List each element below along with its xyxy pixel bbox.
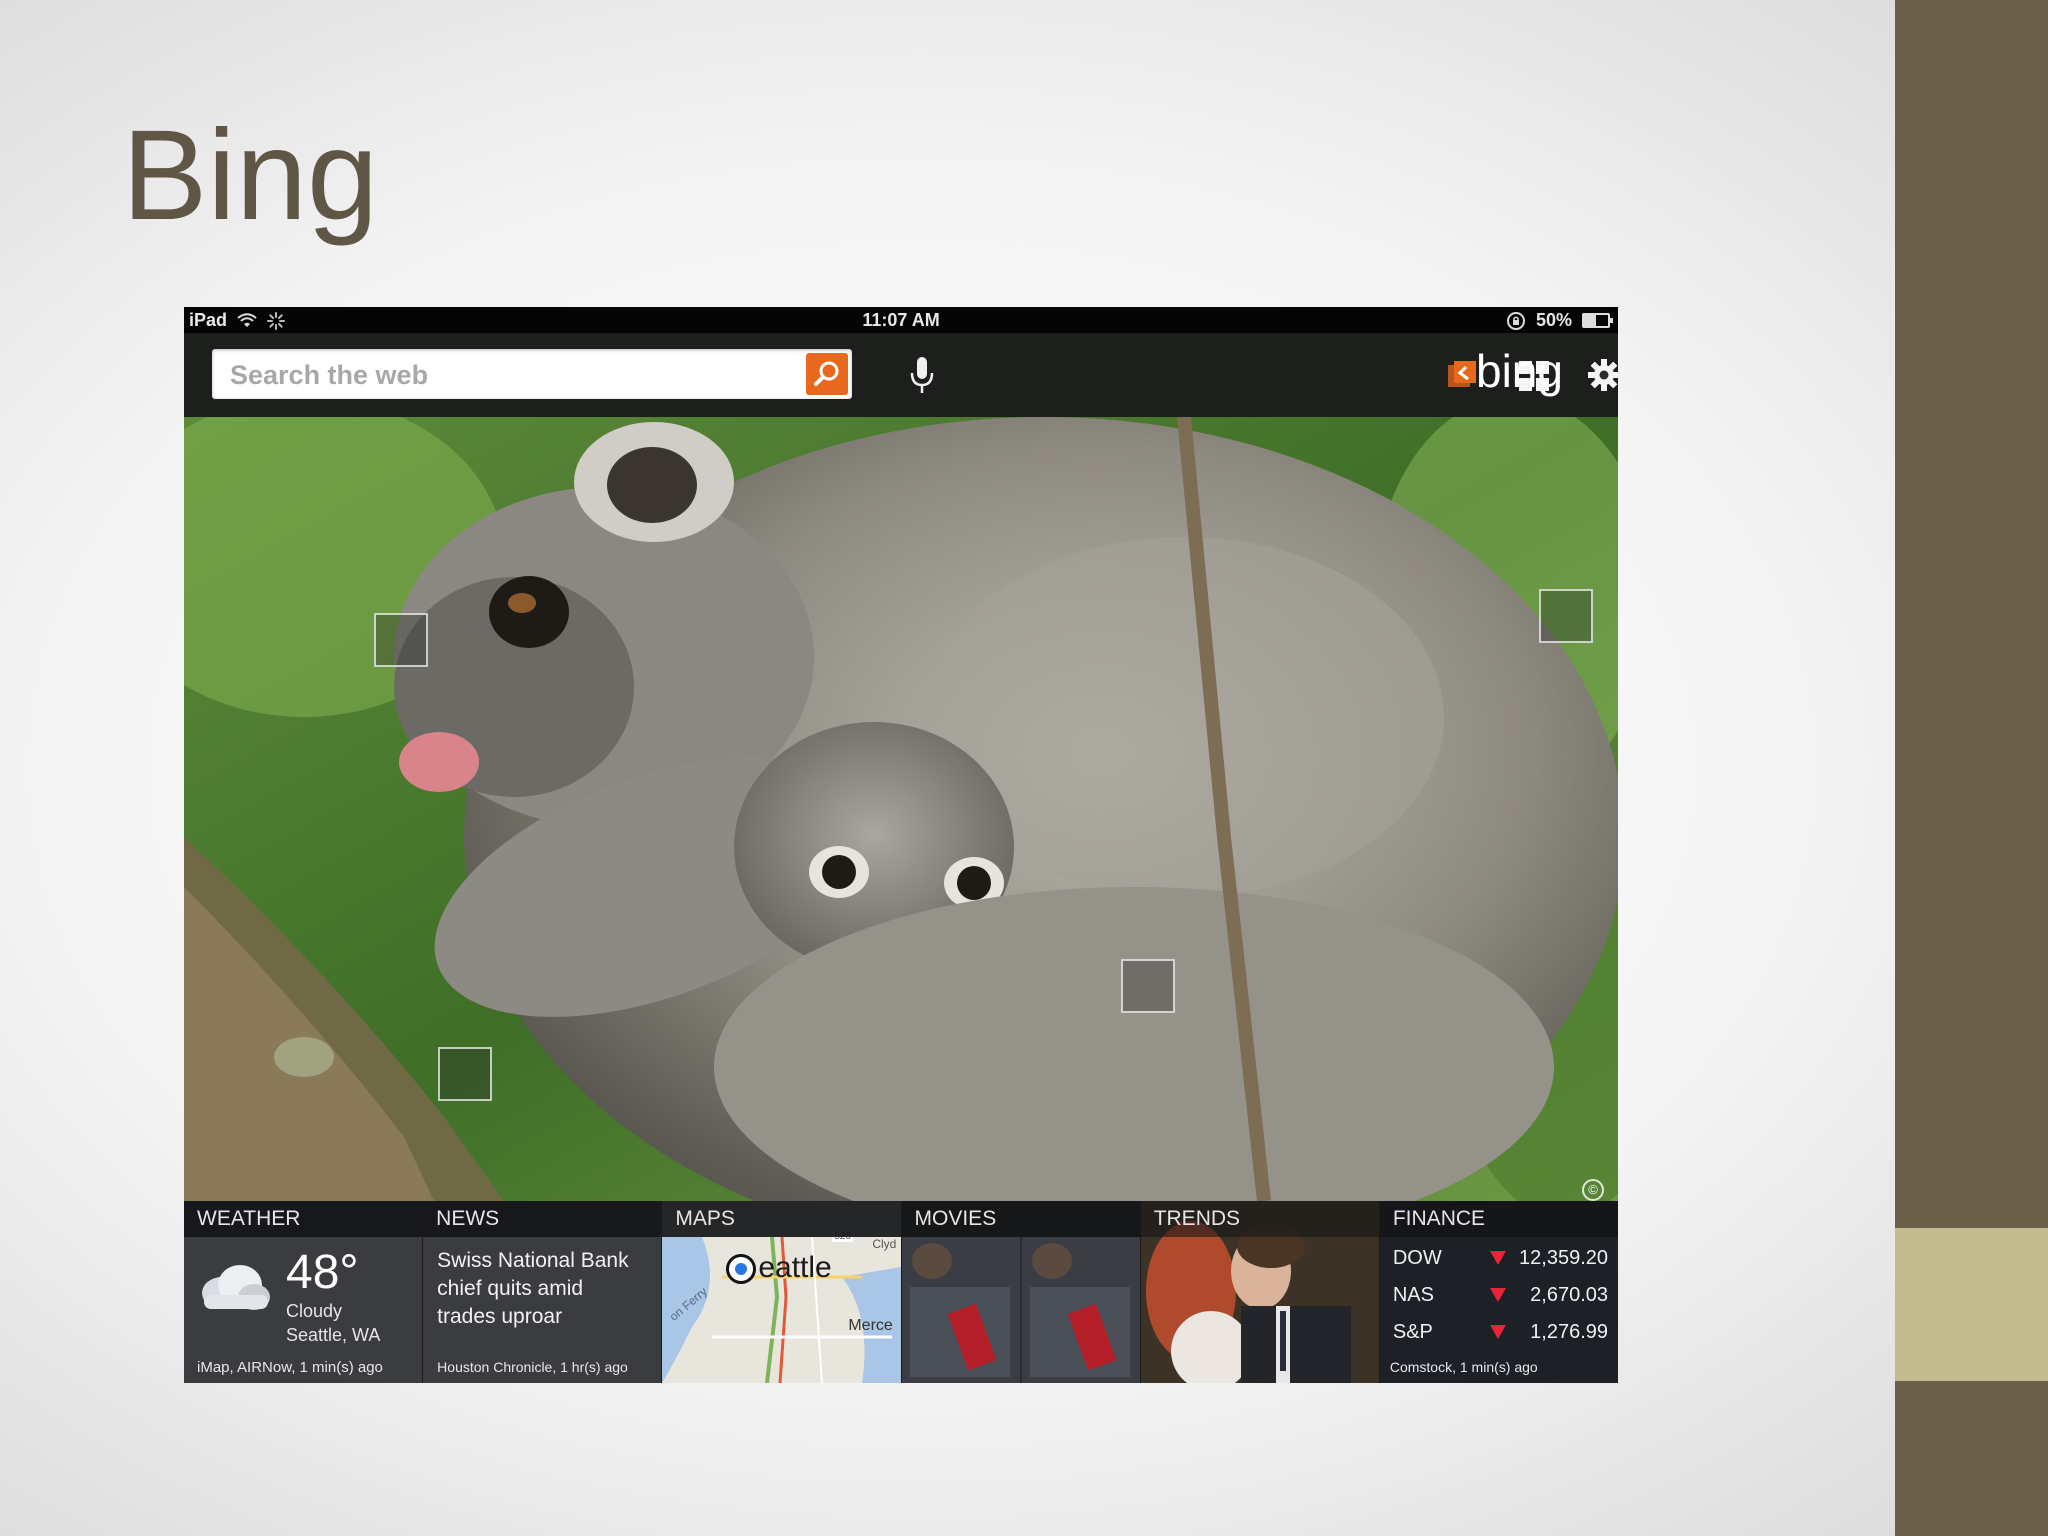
battery-icon bbox=[1582, 313, 1613, 328]
svg-text:bing: bing bbox=[1476, 347, 1563, 397]
finance-row-name: DOW bbox=[1392, 1247, 1442, 1269]
movies-tile[interactable]: MOVIES bbox=[901, 1201, 1141, 1383]
trends-header: TRENDS bbox=[1140, 1201, 1379, 1237]
bing-logo[interactable]: bing bbox=[1474, 347, 1594, 403]
search-button[interactable] bbox=[806, 353, 848, 395]
down-arrow-icon bbox=[1489, 1288, 1506, 1302]
down-arrow-icon bbox=[1489, 1325, 1506, 1339]
bing-toolbar: bing bbox=[184, 333, 1618, 417]
weather-tile[interactable]: WEATHER 48° Cloudy Seattle, WA iMap, AIR… bbox=[184, 1201, 424, 1383]
map-label: Clyd bbox=[872, 1237, 897, 1251]
copyright-icon[interactable]: © bbox=[1582, 1179, 1604, 1201]
hotspot-square[interactable] bbox=[438, 1047, 492, 1101]
weather-temp: 48° bbox=[286, 1246, 359, 1299]
possum-photo bbox=[184, 417, 1618, 1201]
news-tile[interactable]: NEWS Swiss National Bank chief quits ami… bbox=[423, 1201, 663, 1383]
microphone-icon[interactable] bbox=[904, 353, 940, 397]
movie-posters bbox=[901, 1237, 1140, 1383]
tile-bar: WEATHER 48° Cloudy Seattle, WA iMap, AIR… bbox=[184, 1201, 1618, 1383]
news-headline: Swiss National Bank chief quits amid tra… bbox=[437, 1249, 629, 1328]
news-header: NEWS bbox=[423, 1201, 662, 1237]
weather-location: Seattle, WA bbox=[286, 1325, 381, 1345]
side-accent bbox=[1895, 1228, 2048, 1381]
maps-header: MAPS bbox=[662, 1201, 901, 1237]
status-time: 11:07 AM bbox=[862, 310, 940, 330]
finance-row-value: 12,359.20 bbox=[1519, 1247, 1609, 1269]
hotspot-square[interactable] bbox=[374, 613, 428, 667]
hotspot-square[interactable] bbox=[1539, 589, 1593, 643]
search-input[interactable] bbox=[228, 357, 772, 393]
down-arrow-icon bbox=[1489, 1251, 1506, 1265]
finance-row-name: NAS bbox=[1392, 1284, 1434, 1306]
weather-condition: Cloudy bbox=[286, 1301, 343, 1321]
cloud-icon bbox=[202, 1265, 270, 1310]
ipad-screenshot: iPad 11:07 AM 50% Search the web bing © … bbox=[184, 307, 1618, 1383]
rotation-lock-icon bbox=[1506, 311, 1525, 330]
news-source: Houston Chronicle, 1 hr(s) ago bbox=[437, 1359, 628, 1375]
finance-row-value: 1,276.99 bbox=[1530, 1321, 1609, 1343]
hero-image[interactable]: © bbox=[184, 417, 1618, 1201]
finance-row-value: 2,670.03 bbox=[1530, 1284, 1609, 1306]
map-city-label: eattle bbox=[758, 1251, 832, 1284]
map-label: Merce bbox=[848, 1317, 893, 1334]
movies-header: MOVIES bbox=[901, 1201, 1140, 1237]
finance-tile[interactable]: FINANCE DOW 12,359.20 NAS 2,670.03 S&P 1… bbox=[1379, 1201, 1618, 1383]
finance-source: Comstock, 1 min(s) ago bbox=[1389, 1359, 1538, 1375]
battery-percent: 50% bbox=[1535, 310, 1572, 330]
weather-source: iMap, AIRNow, 1 min(s) ago bbox=[197, 1359, 383, 1376]
trends-tile[interactable]: TRENDS bbox=[1140, 1201, 1380, 1383]
status-bar: iPad 11:07 AM 50% bbox=[184, 307, 1618, 333]
search-icon bbox=[814, 361, 839, 386]
finance-header: FINANCE bbox=[1379, 1201, 1618, 1237]
search-box bbox=[212, 349, 852, 399]
slide-title: Bing bbox=[122, 104, 379, 247]
hotspot-square[interactable] bbox=[1121, 959, 1175, 1013]
maps-tile[interactable]: MAPS eattle on Ferry Merce Clyd bbox=[662, 1201, 902, 1383]
weather-header: WEATHER bbox=[184, 1201, 423, 1237]
finance-row-name: S&P bbox=[1392, 1321, 1433, 1343]
